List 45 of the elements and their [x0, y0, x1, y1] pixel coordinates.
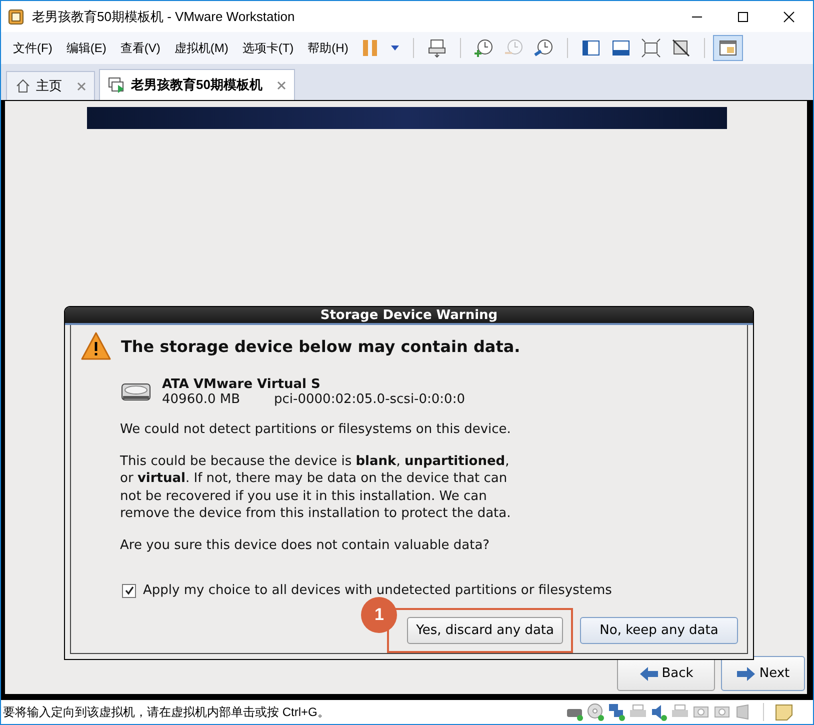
app-icon: [8, 8, 24, 24]
window-title: 老男孩教育50期模板机 - VMware Workstation: [32, 8, 295, 26]
clock-plus-icon: [474, 38, 494, 58]
right-arrow-icon: [736, 666, 756, 682]
maximize-icon[interactable]: [737, 10, 749, 22]
tab[interactable]: 老男孩教育50期模板机: [99, 69, 296, 100]
menu-item[interactable]: 文件(F): [6, 40, 60, 56]
close-icon[interactable]: [783, 10, 795, 22]
checkbox-label: Apply my choice to all devices with undetected partitions or filesystems: [143, 583, 612, 598]
vm-running-icon: [108, 76, 126, 94]
checkbox[interactable]: [122, 584, 136, 598]
fullscreen-icon: [641, 38, 662, 58]
menu-item[interactable]: 帮助(H): [300, 40, 356, 56]
menu-item[interactable]: 查看(V): [113, 40, 168, 56]
thumbnail-bar-icon: [611, 38, 632, 58]
dialog-title: Storage Device Warning: [65, 307, 753, 325]
menu-item[interactable]: 虚拟机(M): [167, 40, 236, 56]
dropdown-arrow-icon: [390, 45, 400, 51]
paragraph: This could be because the device is blank, unpartitioned, or virtual. If not, there may be data on the device that can not be recovered if you use it in this installation. We can remove the device from this installation to protect the data.: [120, 452, 512, 522]
disc-icon[interactable]: [587, 703, 605, 721]
note-icon[interactable]: [775, 703, 793, 721]
warning-heading: The storage device below may contain data.: [121, 336, 520, 356]
device-path: pci-0000:02:05.0-scsi-0:0:0:0: [274, 392, 465, 407]
device-name: ATA VMware Virtual S: [162, 377, 322, 392]
window-crossed-icon: [671, 38, 692, 58]
toolbar-button[interactable]: [713, 35, 744, 61]
left-arrow-icon: [638, 666, 659, 682]
paragraph: We could not detect partitions or filesystems on this device.: [120, 421, 512, 438]
device-size: 40960.0 MB: [162, 392, 240, 407]
next-button[interactable]: Next: [721, 656, 805, 691]
discard-button[interactable]: Yes, discard any data: [407, 617, 563, 644]
menu-item[interactable]: 编辑(E): [59, 40, 114, 56]
network-icon[interactable]: [608, 703, 626, 721]
console-view-icon: [718, 38, 738, 58]
warning-icon: [80, 331, 112, 361]
keep-button[interactable]: No, keep any data: [580, 617, 738, 644]
status-text: 要将输入定向到该虚拟机，请在虚拟机内部单击或按 Ctrl+G。: [3, 704, 330, 720]
sidebar-icon: [581, 38, 602, 58]
tab[interactable]: 主页: [6, 71, 95, 100]
paragraph: Are you sure this device does not contain valuable data?: [120, 536, 491, 554]
menu-item[interactable]: 选项卡(T): [235, 40, 301, 56]
home-icon: [15, 78, 31, 94]
step-marker: 1: [361, 597, 398, 633]
clock-wrench-icon: [534, 38, 554, 58]
speaker-icon[interactable]: [650, 703, 668, 721]
